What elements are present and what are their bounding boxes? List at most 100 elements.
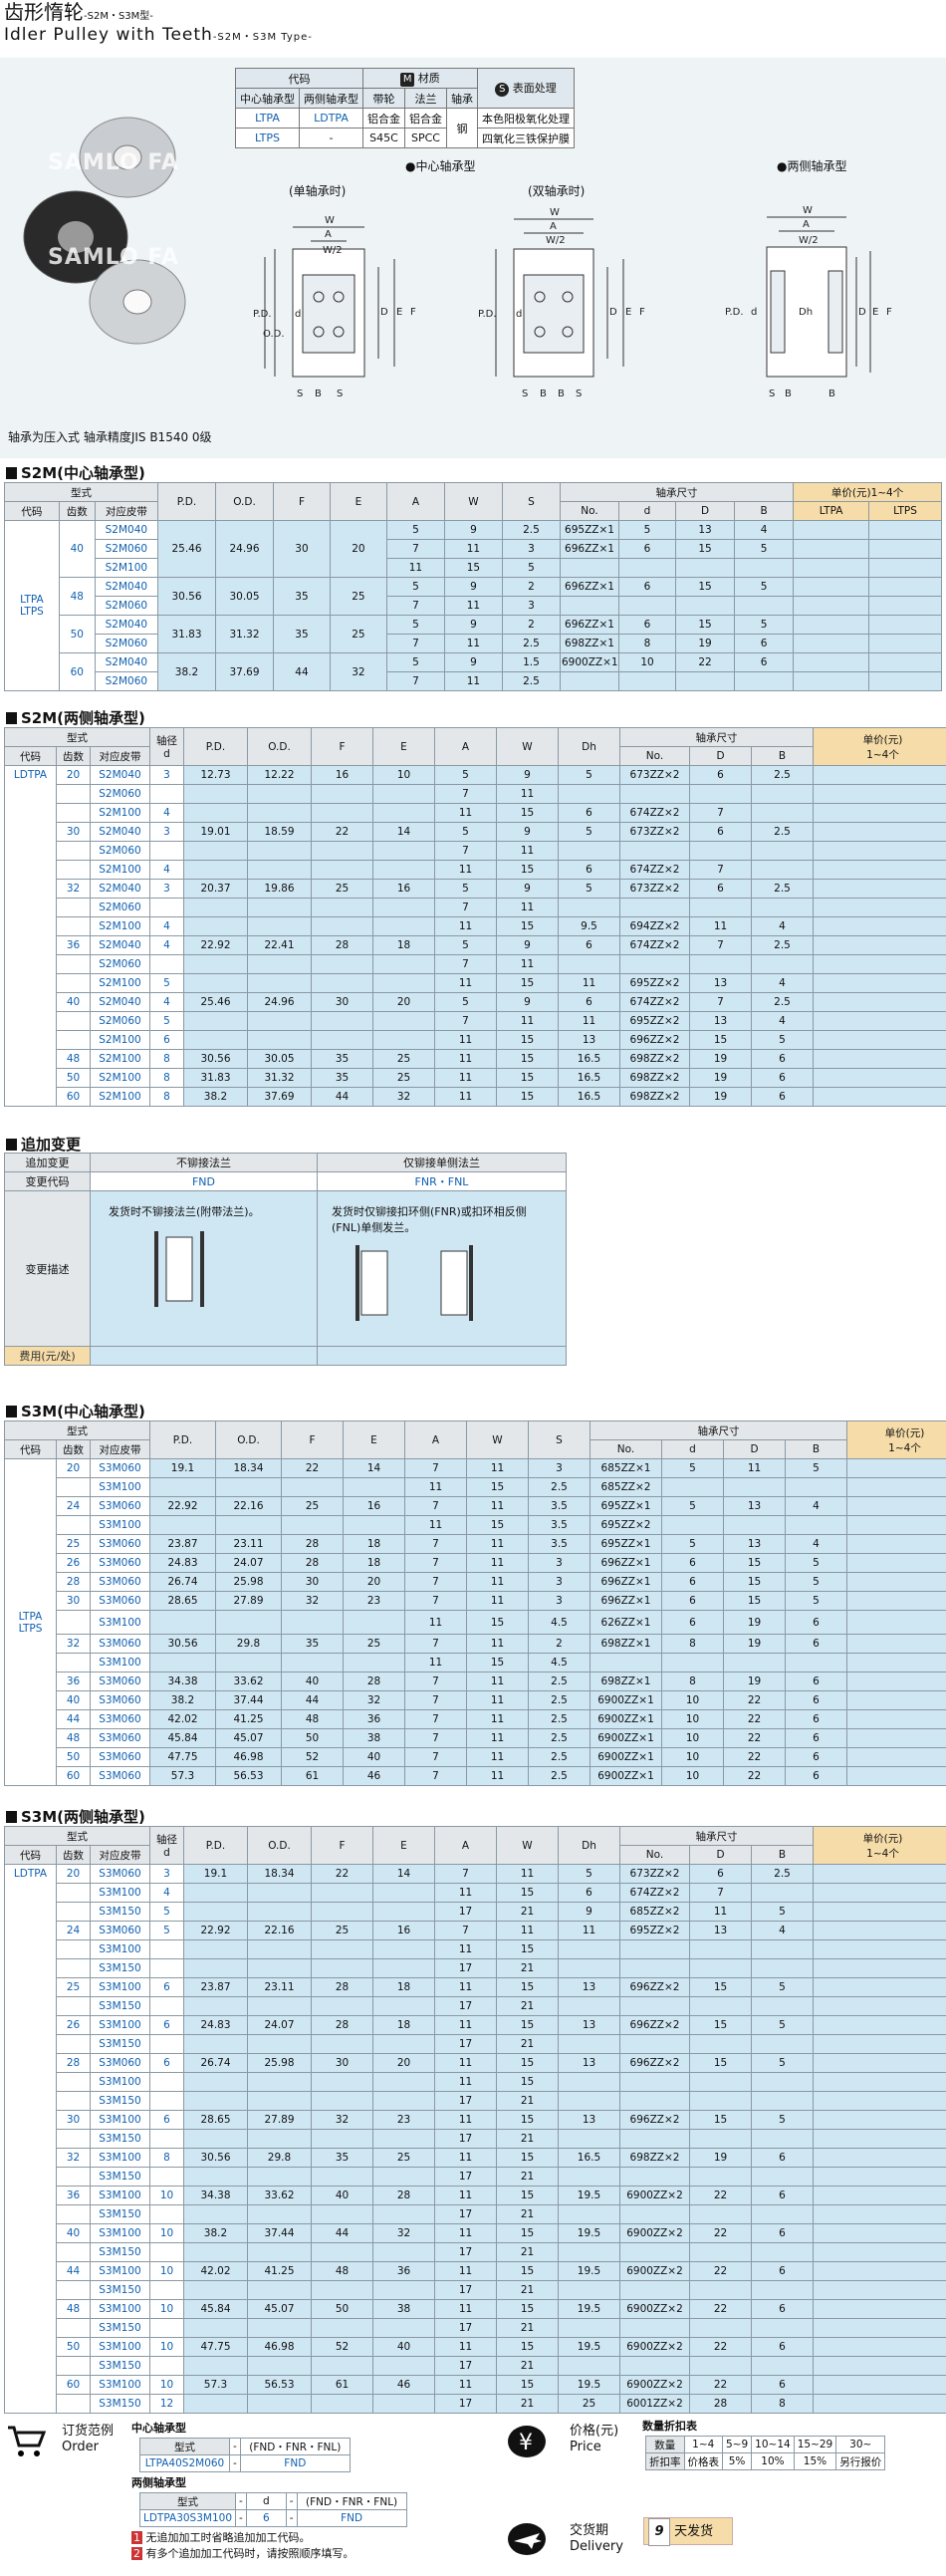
value-cell: 22: [281, 1458, 344, 1478]
value-cell: [559, 671, 620, 691]
value-cell: 38.2: [149, 1690, 216, 1710]
table-row: 20 S3M060 19.1 18.34 22 14 7 11 3 685ZZ×1 5 11 5: [4, 1458, 946, 1478]
value-cell: 3: [528, 1553, 591, 1573]
belt-cell: S3M150: [90, 2318, 150, 2338]
value-cell: 11: [434, 2015, 497, 2035]
dim-cell: 37.69: [214, 652, 275, 691]
value-cell: [558, 1939, 620, 1959]
teeth-cell: [56, 784, 91, 804]
table-row: 50 S2M100 8 31.83 31.32 35 25 11 15 16.5 698ZZ×2 19…: [4, 1068, 946, 1088]
price-cell: [846, 1515, 946, 1535]
value-cell: 6900ZZ×1: [590, 1766, 662, 1786]
value-cell: [661, 1653, 724, 1673]
svg-text:S: S: [522, 388, 528, 399]
value-cell: [183, 2129, 248, 2149]
value-cell: [343, 1653, 405, 1673]
type-code: [4, 2110, 57, 2130]
price-cell: [846, 1747, 946, 1767]
price-cell: [813, 2261, 946, 2281]
value-cell: 6: [558, 1883, 620, 1903]
value-cell: 11: [434, 2186, 497, 2205]
type-code: LTPA LTPS: [4, 520, 60, 691]
value-cell: 25: [343, 1634, 405, 1654]
yen-icon: ¥: [508, 2426, 546, 2457]
value-cell: 698ZZ×2: [619, 1068, 690, 1088]
value-cell: 2.5: [751, 879, 814, 899]
value-cell: [149, 1939, 184, 1959]
value-cell: 4: [149, 992, 184, 1012]
value-cell: 6: [785, 1766, 847, 1786]
discount-table: 数量 1~4 5~9 10~14 15~29 30~ 折扣率 价格表 5% 10% 15% 另行报价: [645, 2436, 886, 2470]
value-cell: 11: [434, 1068, 497, 1088]
value-cell: 11: [466, 1709, 529, 1729]
price-cell: [846, 1458, 946, 1478]
value-cell: 6: [751, 1068, 814, 1088]
svg-text:W/2: W/2: [546, 235, 566, 246]
price-cell: [868, 577, 942, 597]
value-cell: 4: [149, 916, 184, 936]
table-row: S3M100 11 15: [4, 2072, 946, 2092]
dim-cell: 30: [273, 520, 331, 578]
teeth-cell: [56, 1477, 91, 1497]
svg-text:A: A: [803, 219, 810, 230]
table-row: 48 S2M100 8 30.56 30.05 35 25 11 15 16.5 698ZZ×2 19…: [4, 1049, 946, 1069]
value-cell: 19.86: [247, 879, 312, 899]
value-cell: 4: [149, 803, 184, 823]
value-cell: [311, 973, 373, 993]
svg-text:S: S: [297, 388, 303, 399]
value-cell: 696ZZ×2: [619, 2110, 690, 2130]
teeth-cell: [56, 2167, 91, 2187]
price-cell: [868, 558, 942, 578]
value-cell: [149, 1958, 184, 1978]
value-cell: 6: [751, 2337, 814, 2357]
value-cell: 30: [311, 2053, 373, 2073]
value-cell: 18: [372, 935, 435, 955]
value-cell: 11: [496, 841, 559, 861]
value-cell: 11: [466, 1766, 529, 1786]
value-cell: 5: [434, 822, 497, 842]
value-cell: [689, 954, 752, 974]
value-cell: [183, 841, 248, 861]
value-cell: 52: [311, 2337, 373, 2357]
value-cell: [619, 2072, 690, 2092]
value-cell: 11: [434, 2072, 497, 2092]
price-cell: [846, 1477, 946, 1497]
value-cell: 11: [466, 1634, 529, 1654]
value-cell: 4: [734, 520, 795, 540]
svg-text:S: S: [337, 388, 343, 399]
value-cell: [149, 1653, 216, 1673]
value-cell: 23.87: [149, 1534, 216, 1554]
value-cell: 696ZZ×2: [619, 2015, 690, 2035]
teeth-cell: [56, 1958, 91, 1978]
value-cell: 11: [434, 803, 497, 823]
value-cell: 19.01: [183, 822, 248, 842]
section-title-s3m-center: S3M(中心轴承型): [6, 1401, 145, 1421]
value-cell: [372, 954, 435, 974]
table-row: 60 S3M100 10 57.3 56.53 61 46 11 15 19.5 6900ZZ×2 2…: [4, 2375, 946, 2395]
price-cell: [813, 803, 946, 823]
value-cell: 45.07: [215, 1728, 282, 1748]
type-code: [4, 1958, 57, 1978]
value-cell: 28: [311, 2015, 373, 2035]
value-cell: 25: [372, 1068, 435, 1088]
value-cell: [247, 784, 312, 804]
teeth-cell: 32: [56, 879, 91, 899]
teeth-cell: 60: [58, 652, 96, 691]
value-cell: [311, 1958, 373, 1978]
value-cell: 6: [751, 2299, 814, 2319]
value-cell: 6: [751, 2223, 814, 2243]
section-title-s2m-both: S2M(两侧轴承型): [6, 707, 145, 728]
value-cell: 16: [372, 879, 435, 899]
table-row: 30 S3M060 28.65 27.89 32 23 7 11 3 696ZZ×1 6 15 5: [4, 1591, 946, 1611]
value-cell: 15: [466, 1610, 529, 1635]
svg-text:B: B: [785, 388, 792, 399]
teeth-cell: 60: [56, 1087, 91, 1107]
value-cell: [149, 2129, 184, 2149]
value-cell: [619, 954, 690, 974]
value-cell: 11: [434, 916, 497, 936]
value-cell: [247, 1958, 312, 1978]
type-code: [4, 2129, 57, 2149]
price-cell: [846, 1496, 946, 1516]
value-cell: 15: [496, 2015, 559, 2035]
value-cell: [558, 954, 620, 974]
